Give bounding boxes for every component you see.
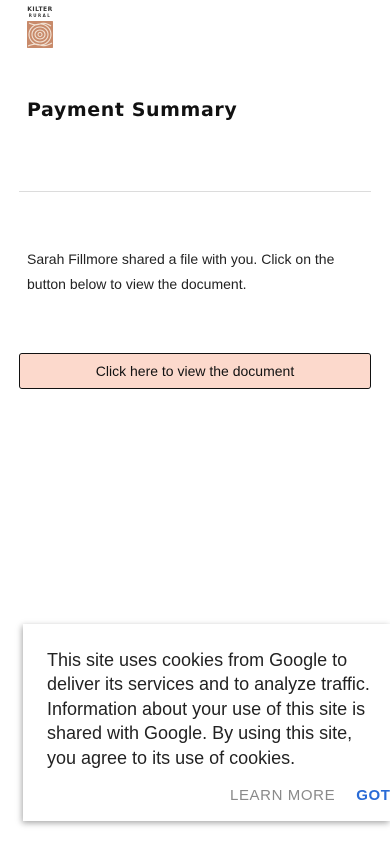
- logo-subword: RURAL: [28, 13, 52, 18]
- logo-emblem: [27, 21, 53, 48]
- brand-logo: KILTER RURAL: [27, 7, 53, 48]
- view-document-button[interactable]: Click here to view the document: [19, 353, 371, 389]
- learn-more-link[interactable]: LEARN MORE: [230, 787, 335, 804]
- cookie-actions: LEARN MORE GOT IT: [230, 787, 390, 804]
- page-title: Payment Summary: [27, 99, 238, 121]
- cookie-banner: This site uses cookies from Google to de…: [23, 624, 390, 821]
- got-it-button[interactable]: GOT IT: [356, 787, 390, 804]
- share-message: Sarah Fillmore shared a file with you. C…: [27, 251, 335, 292]
- cookie-notice-text: This site uses cookies from Google to de…: [47, 650, 370, 768]
- divider: [19, 191, 371, 192]
